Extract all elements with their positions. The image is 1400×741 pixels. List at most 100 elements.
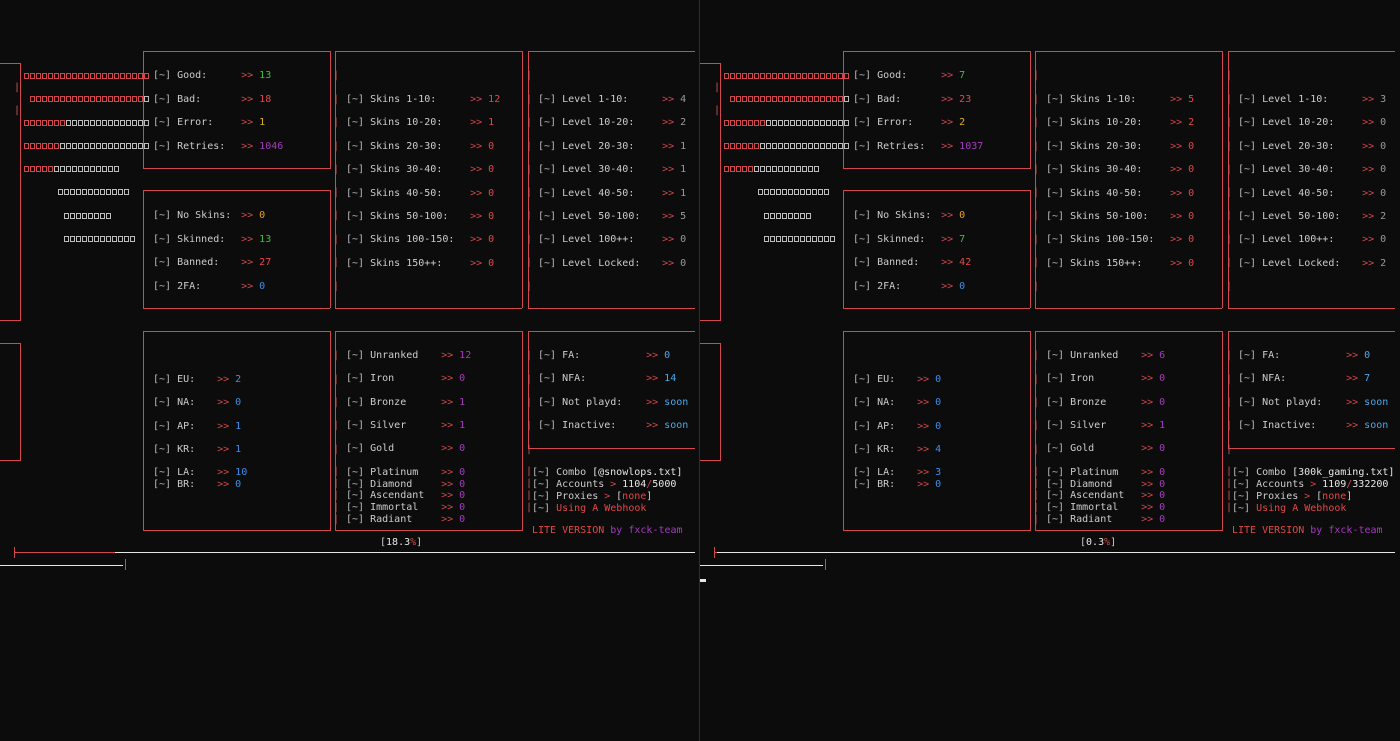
skins-row-label: Skins 30-40: (370, 164, 443, 176)
logo-block (796, 96, 801, 102)
region-row: [~] KR: >> 1 (153, 444, 241, 456)
logo-block (776, 213, 781, 219)
logo-block (78, 166, 83, 172)
logo-block (784, 166, 789, 172)
tilde-bracket-icon: [~] (1238, 350, 1257, 361)
ascii-logo-row (58, 189, 130, 197)
skins-row: [~] Skins 40-50: >> 0 (346, 188, 494, 200)
frame-line-v (1222, 331, 1223, 531)
frame-line-h (528, 448, 695, 449)
tilde-bracket-icon: [~] (538, 420, 557, 432)
logo-block (730, 143, 735, 149)
region-row-value: 0 (935, 420, 942, 432)
double-chevron-icon: >> (1362, 164, 1375, 176)
rank-row-label: Unranked (370, 350, 419, 361)
tilde-bracket-icon: [~] (1232, 491, 1251, 502)
logo-block (766, 120, 771, 126)
logo-block (790, 143, 795, 149)
skins-row-value: 0 (1188, 211, 1195, 222)
frame-line-v (720, 343, 721, 460)
logo-block (60, 73, 65, 79)
stat-no_skins-value: 0 (259, 210, 266, 221)
logo-block (790, 166, 795, 172)
access-row: [~] NFA: >> 14 (538, 373, 676, 385)
double-chevron-icon: >> (1141, 478, 1154, 490)
frame-line-h (843, 190, 1030, 191)
logo-block (144, 143, 149, 149)
terminal-pane-left: | | | | | | | | | | | | | | | | | | | | | | | | | | | | | | | | | | | | | | | |… (0, 0, 700, 741)
ascii-logo-row (764, 236, 836, 244)
access-row-label: NFA: (562, 373, 587, 385)
frame-line-h (843, 51, 1030, 52)
level-row-label: Level Locked: (562, 257, 641, 269)
frame-bar: | (1033, 490, 1040, 501)
frame-line-v (528, 51, 529, 308)
proxies-value: none (1322, 491, 1347, 502)
frame-line-h (143, 190, 330, 191)
skins-row-value: 5 (1188, 94, 1195, 105)
double-chevron-icon: >> (941, 94, 954, 105)
logo-block (102, 166, 107, 172)
double-chevron-icon: >> (1141, 373, 1154, 385)
double-chevron-icon: >> (241, 141, 254, 152)
region-row-label: KR: (177, 443, 196, 455)
frame-bar: | (1226, 117, 1233, 128)
logo-block (770, 236, 775, 242)
accounts-label: Accounts (1256, 479, 1305, 490)
info-proxies: [~] Proxies > [none] (532, 491, 653, 502)
tilde-bracket-icon: [~] (346, 117, 365, 129)
region-row-value: 0 (935, 374, 942, 385)
info-webhook: [~] Using A Webhook (1232, 503, 1346, 515)
ascii-logo-row (764, 213, 812, 221)
skins-row-label: Skins 10-20: (1070, 117, 1143, 129)
skins-row-label: Skins 100-150: (1070, 234, 1155, 246)
logo-block (770, 189, 775, 195)
stat-retries-value: 1037 (959, 141, 984, 152)
region-row: [~] AP: >> 0 (853, 421, 941, 433)
double-chevron-icon: >> (1170, 164, 1183, 176)
frame-bar: | (1033, 210, 1040, 221)
level-row: [~] Level 20-30: >> 0 (1238, 141, 1386, 153)
logo-block (748, 96, 753, 102)
frame-line-h (335, 530, 522, 531)
double-chevron-icon: >> (470, 94, 483, 105)
logo-block (120, 96, 125, 102)
frame-line-h (700, 343, 721, 344)
logo-block (776, 236, 781, 242)
frame-line-h (143, 331, 330, 332)
skins-row-value: 12 (488, 94, 501, 105)
ascii-logo-row (24, 120, 150, 128)
access-row-label: Inactive: (1262, 420, 1317, 432)
logo-block (70, 236, 75, 242)
logo-block (742, 120, 747, 126)
logo-block (772, 143, 777, 149)
frame-line-h (700, 320, 721, 321)
progress-percent: [18.3%] (380, 537, 423, 548)
double-chevron-icon: >> (646, 396, 659, 408)
combo-value: [@snowlops.txt] (592, 467, 683, 478)
version-by: by (1310, 525, 1323, 536)
frame-line-v (843, 51, 844, 169)
logo-block (102, 120, 107, 126)
logo-block (736, 96, 741, 102)
level-row: [~] Level 50-100: >> 2 (1238, 211, 1386, 223)
tilde-bracket-icon: [~] (853, 443, 872, 455)
skins-row: [~] Skins 150++: >> 0 (346, 258, 494, 270)
tilde-bracket-icon: [~] (346, 478, 365, 490)
logo-block (124, 189, 129, 195)
frame-bar: | (526, 444, 533, 455)
tilde-bracket-icon: [~] (532, 503, 551, 514)
tilde-bracket-icon: [~] (853, 397, 872, 409)
frame-bar: | (333, 397, 340, 408)
region-row: [~] LA: >> 3 (853, 467, 941, 479)
frame-bar: | (333, 94, 340, 105)
tilde-bracket-icon: [~] (1046, 502, 1065, 514)
tilde-bracket-icon: [~] (1046, 164, 1065, 176)
logo-block (30, 166, 35, 172)
progress-value: 0.3 (1086, 537, 1105, 548)
frame-line-h (1035, 308, 1222, 309)
frame-bar: | (1226, 210, 1233, 221)
info-combo: [~] Combo [300k_gaming.txt] (1232, 467, 1394, 479)
region-row-value: 3 (935, 467, 942, 478)
rank-row: [~] Immortal >> 0 (346, 502, 465, 514)
